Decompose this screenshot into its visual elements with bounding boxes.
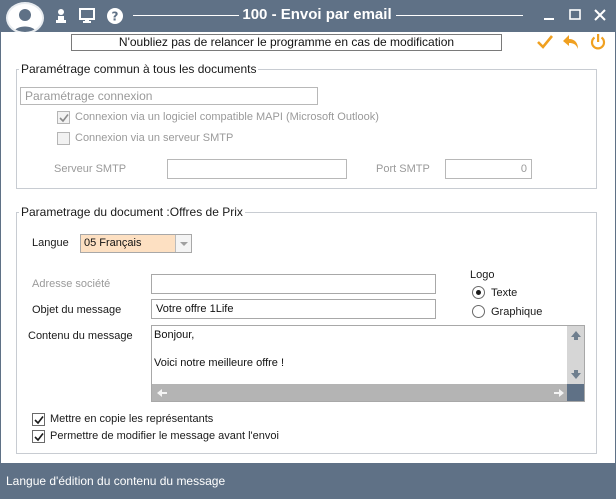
copy-reps-checkbox[interactable]	[32, 413, 45, 426]
power-exit-icon[interactable]	[588, 32, 608, 52]
copy-reps-label: Mettre en copie les représentants	[50, 413, 214, 425]
smtp-server-input	[167, 159, 347, 179]
smtp-port-input: 0	[445, 159, 532, 179]
window-title: 100 - Envoi par email	[242, 6, 392, 23]
title-divider	[396, 15, 523, 16]
status-bar: Langue d'édition du contenu du message	[0, 463, 616, 499]
scroll-left-icon[interactable]	[154, 385, 169, 400]
language-label: Langue	[32, 237, 69, 249]
validate-check-icon[interactable]	[535, 32, 555, 52]
title-bar[interactable]: ? 100 - Envoi par email	[0, 0, 616, 34]
user-settings-icon[interactable]	[52, 7, 70, 25]
user-avatar-icon[interactable]	[6, 2, 44, 34]
content-label: Contenu du message	[28, 330, 133, 342]
smtp-server-label: Serveur SMTP	[54, 163, 127, 175]
message-content-editor[interactable]: Bonjour, Voici notre meilleure offre !	[151, 325, 585, 402]
smtp-label: Connexion via un serveur SMTP	[75, 132, 234, 144]
help-icon[interactable]: ?	[106, 7, 124, 25]
subject-input[interactable]: Votre offre 1Life	[151, 299, 436, 319]
connection-settings-field: Paramétrage connexion	[20, 87, 318, 105]
allow-edit-label: Permettre de modifier le message avant l…	[50, 430, 279, 442]
logo-graphic-label: Graphique	[491, 306, 543, 318]
restart-reminder: N'oubliez pas de relancer le programme e…	[71, 34, 502, 51]
scroll-up-icon[interactable]	[568, 327, 583, 342]
close-icon[interactable]	[591, 6, 609, 24]
maximize-icon[interactable]	[566, 6, 584, 24]
svg-text:?: ?	[112, 10, 119, 24]
scrollbar-corner	[567, 384, 584, 401]
scroll-down-icon[interactable]	[568, 367, 583, 382]
smtp-checkbox	[57, 132, 70, 145]
vertical-scrollbar[interactable]	[567, 326, 584, 384]
company-address-input[interactable]	[151, 274, 436, 294]
document-settings-title: Parametrage du document :Offres de Prix	[19, 205, 245, 219]
title-divider	[133, 15, 239, 16]
logo-graphic-radio[interactable]	[472, 305, 485, 318]
logo-text-radio[interactable]	[472, 286, 485, 299]
language-select[interactable]: 05 Français	[80, 234, 192, 253]
scroll-right-icon[interactable]	[551, 385, 566, 400]
common-settings-title: Paramétrage commun à tous les documents	[19, 62, 259, 76]
language-value: 05 Français	[84, 237, 142, 249]
company-address-label: Adresse société	[32, 278, 111, 290]
logo-text-label: Texte	[491, 287, 518, 299]
mapi-label: Connexion via un logiciel compatible MAP…	[75, 111, 379, 123]
logo-label: Logo	[470, 269, 495, 281]
mapi-checkbox	[57, 111, 70, 124]
smtp-port-label: Port SMTP	[376, 163, 430, 175]
subject-label: Objet du message	[32, 304, 122, 316]
horizontal-scrollbar[interactable]	[152, 384, 568, 401]
language-dropdown-button[interactable]	[175, 235, 191, 252]
chevron-down-icon	[180, 242, 188, 246]
message-content-text[interactable]: Bonjour, Voici notre meilleure offre !	[154, 328, 566, 384]
minimize-icon[interactable]	[540, 6, 558, 24]
undo-back-icon[interactable]	[561, 32, 581, 52]
monitor-icon[interactable]	[78, 7, 96, 25]
form-body: N'oubliez pas de relancer le programme e…	[1, 32, 615, 463]
allow-edit-checkbox[interactable]	[32, 430, 45, 443]
